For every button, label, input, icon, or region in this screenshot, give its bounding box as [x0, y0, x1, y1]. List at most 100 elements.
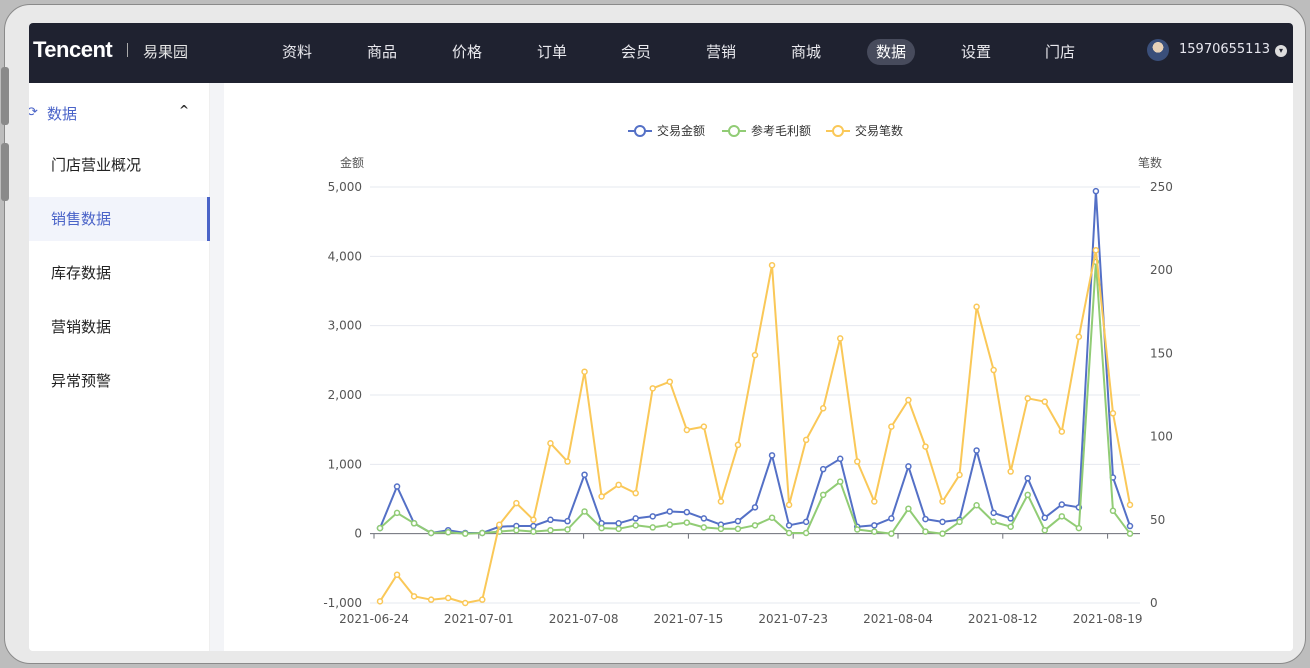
legend-swatch-marker — [832, 125, 844, 137]
nav-item-4[interactable]: 会员 — [612, 39, 660, 65]
device-frame: Tencent 易果园 资料 商品 价格 订单 会员 营销 商城 数据 设置 门店 1597065… — [1, 4, 1306, 664]
brand-logo[interactable]: Tencent — [33, 37, 113, 63]
data-point-0 — [751, 504, 759, 511]
data-point-2 — [683, 426, 691, 434]
data-point-1 — [1007, 523, 1014, 530]
data-point-0 — [836, 455, 844, 463]
x-tick-label: 2021-07-08 — [549, 612, 619, 626]
data-point-0 — [666, 508, 674, 515]
data-point-1 — [632, 522, 639, 529]
data-point-2 — [444, 594, 452, 602]
x-tick-label: 2021-07-15 — [654, 612, 724, 626]
chevron-up-icon[interactable]: ^ — [179, 103, 189, 117]
data-point-2 — [973, 303, 980, 311]
y-right-tick-label: 0 — [1150, 596, 1158, 610]
x-tick-label: 2021-08-04 — [863, 612, 933, 626]
data-point-0 — [1092, 187, 1100, 195]
data-point-1 — [1041, 526, 1049, 534]
sidebar-item-1[interactable]: 销售数据 — [29, 197, 210, 241]
x-tick-label: 2021-08-12 — [968, 612, 1038, 626]
data-point-0 — [530, 522, 537, 530]
data-point-1 — [581, 508, 588, 515]
y-left-tick-label: 0 — [354, 527, 362, 541]
user-phone[interactable]: 15970655113 — [1179, 42, 1270, 57]
data-point-0 — [393, 483, 401, 490]
data-point-0 — [1024, 474, 1031, 482]
sales-line-chart: 5,000 4,000 3,000 2,000 1,000 0 -1,000 250 200 15… — [323, 123, 1173, 626]
data-point-0 — [871, 522, 878, 529]
y-left-tick-label: 4,000 — [328, 249, 362, 263]
data-point-2 — [956, 471, 963, 479]
nav-item-1[interactable]: 商品 — [358, 39, 406, 65]
data-point-0 — [632, 515, 639, 522]
sidebar-item-0[interactable]: 门店营业概况 — [29, 143, 207, 187]
data-point-2 — [802, 436, 810, 444]
sidebar-item-label: 营销数据 — [51, 318, 112, 336]
sidebar-section-data[interactable]: ⟳ 数据 ^ — [29, 103, 209, 127]
data-point-1 — [956, 518, 963, 526]
sidebar-item-label: 销售数据 — [51, 210, 112, 228]
data-point-0 — [1058, 501, 1066, 508]
data-point-2 — [513, 499, 520, 507]
sidebar: ⟳ 数据 ^ 门店营业概况 销售数据库存数据营销数据异常预警 — [29, 83, 210, 651]
nav-item-5[interactable]: 营销 — [697, 39, 745, 65]
data-point-1 — [734, 525, 742, 533]
sidebar-item-label: 门店营业概况 — [51, 156, 142, 174]
data-point-0 — [990, 509, 997, 517]
nav-item-6[interactable]: 商城 — [782, 39, 830, 65]
data-point-0 — [649, 513, 656, 520]
data-point-2 — [751, 351, 759, 359]
y-left-tick-label: -1,000 — [323, 596, 362, 610]
sidebar-item-2[interactable]: 库存数据 — [29, 251, 207, 295]
sidebar-item-4[interactable]: 异常预警 — [29, 359, 207, 403]
data-point-2 — [376, 598, 384, 605]
nav-item-7[interactable]: 数据 — [867, 39, 915, 65]
data-point-0 — [785, 522, 793, 529]
data-point-0 — [683, 508, 691, 516]
data-point-0 — [939, 518, 946, 526]
data-point-0 — [768, 452, 776, 459]
nav-item-0[interactable]: 资料 — [273, 39, 321, 65]
data-point-0 — [1126, 522, 1134, 530]
data-point-1 — [751, 522, 759, 529]
data-point-2 — [1126, 501, 1134, 509]
sidebar-item-3[interactable]: 营销数据 — [29, 305, 207, 349]
data-point-1 — [700, 524, 708, 531]
y-right-tick-label: 200 — [1150, 263, 1173, 277]
data-point-2 — [734, 441, 742, 449]
legend-swatch-marker — [634, 125, 646, 137]
legend-swatch-marker — [728, 125, 740, 137]
data-point-2 — [461, 599, 469, 607]
nav-item-3[interactable]: 订单 — [528, 39, 576, 65]
data-point-0 — [734, 517, 742, 525]
data-point-2 — [939, 498, 946, 505]
y-right-tick-label: 150 — [1150, 346, 1173, 360]
nav-item-2[interactable]: 价格 — [443, 39, 491, 65]
store-name[interactable]: 易果园 — [143, 41, 188, 62]
data-point-2 — [615, 481, 622, 489]
nav-item-8[interactable]: 设置 — [952, 39, 1000, 65]
data-point-0 — [564, 517, 571, 525]
data-point-2 — [547, 440, 554, 447]
data-point-0 — [802, 518, 810, 526]
data-point-2 — [717, 498, 725, 505]
data-point-1 — [479, 529, 486, 537]
x-tick-label: 2021-08-19 — [1073, 612, 1143, 626]
data-point-1 — [564, 526, 571, 533]
y-left-tick-label: 3,000 — [328, 319, 362, 333]
nav-item-9[interactable]: 门店 — [1036, 39, 1084, 65]
app-screen: Tencent 易果园 资料 商品 价格 订单 会员 营销 商城 数据 设置 门店 1597065… — [29, 23, 1293, 651]
data-point-1 — [922, 528, 929, 535]
sidebar-section-label: 数据 — [47, 105, 78, 123]
data-point-2 — [922, 443, 929, 450]
layout-gutter — [210, 83, 224, 651]
data-point-1 — [1024, 491, 1031, 499]
data-point-2 — [393, 571, 401, 578]
chevron-down-icon[interactable]: ▾ — [1275, 45, 1287, 57]
data-point-2 — [854, 458, 861, 465]
data-point-1 — [905, 505, 912, 512]
data-point-1 — [683, 519, 691, 526]
avatar[interactable] — [1147, 39, 1169, 61]
data-point-2 — [427, 596, 435, 603]
x-tick-label: 2021-07-01 — [444, 612, 514, 626]
